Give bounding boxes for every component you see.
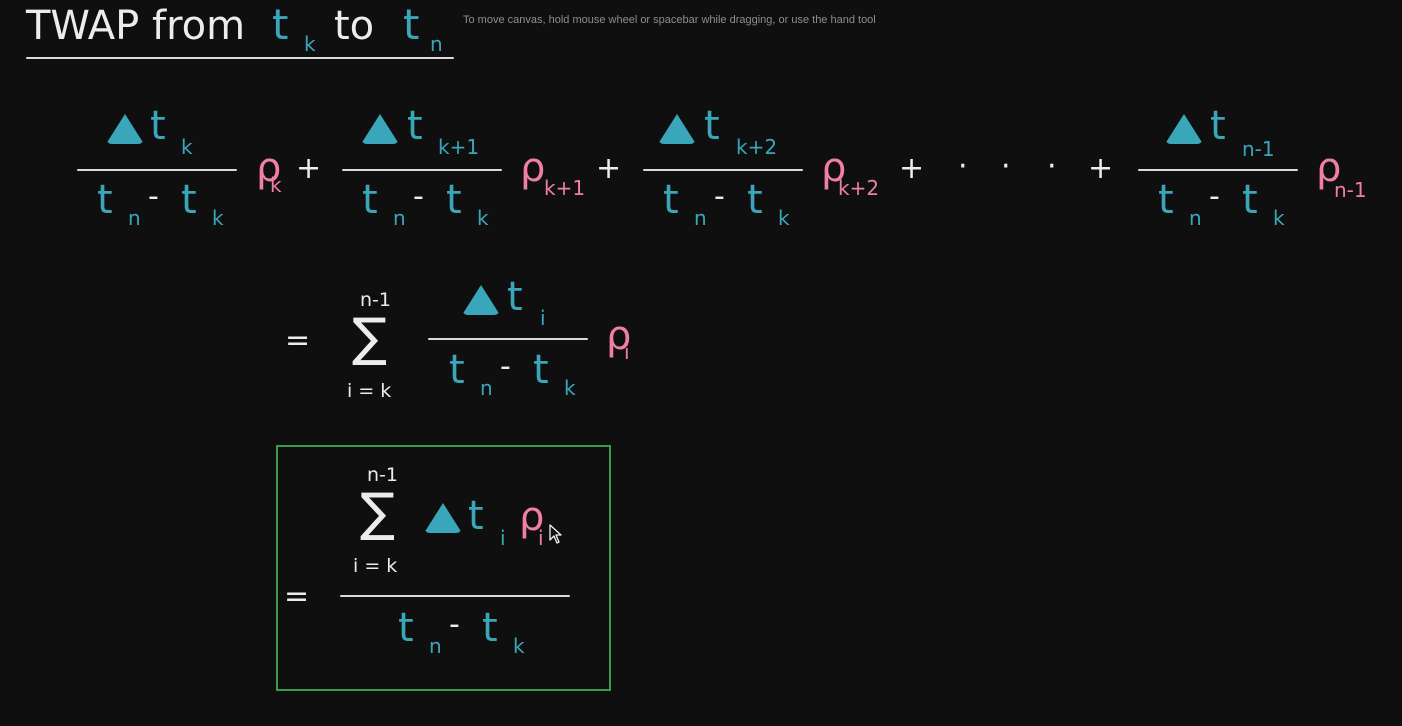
price-sub: k+1: [544, 176, 586, 200]
denominator-t1: t: [97, 177, 113, 223]
fraction-bar: [428, 338, 588, 340]
equals-sign: =: [285, 323, 311, 358]
fraction-bar: [643, 169, 803, 171]
mouse-cursor-icon: [549, 524, 562, 544]
fraction-bar: [340, 595, 570, 597]
numerator-t: t: [150, 103, 166, 149]
denominator-t1: t: [1158, 177, 1174, 223]
title-var-t: t: [272, 0, 289, 49]
numerator-sub: i: [540, 306, 546, 330]
denominator-sub2: k: [564, 376, 576, 400]
minus-sign: -: [1209, 179, 1220, 214]
sigma-icon: ∑: [352, 308, 388, 368]
denominator-sub2: k: [778, 206, 790, 230]
denominator-t1: t: [362, 177, 378, 223]
minus-sign: -: [449, 607, 460, 642]
price-sub: n-1: [1334, 178, 1367, 202]
denominator-t1: t: [398, 605, 414, 651]
minus-sign: -: [148, 179, 159, 214]
denominator-sub2: k: [513, 634, 525, 658]
delta-icon: [1165, 114, 1203, 144]
equals-sign: =: [284, 579, 310, 614]
sigma-icon: ∑: [360, 483, 396, 543]
delta-icon: [424, 503, 462, 533]
plus-sign: +: [596, 151, 622, 186]
numerator-t: t: [468, 493, 484, 539]
denominator-t2: t: [482, 605, 498, 651]
numerator-t: t: [407, 103, 423, 149]
denominator-t2: t: [446, 177, 462, 223]
denominator-sub2: k: [212, 206, 224, 230]
denominator-t2: t: [1242, 177, 1258, 223]
title-underline: [26, 57, 454, 59]
ellipsis-dot: ·: [1001, 149, 1011, 184]
numerator-sub: i: [500, 526, 506, 550]
lower-limit: i = k: [353, 555, 398, 577]
numerator-t: t: [507, 274, 523, 320]
numerator-sub: k+2: [736, 135, 778, 159]
title-text: TWAP from: [26, 3, 246, 49]
title-to: to: [334, 3, 375, 49]
result-box: [276, 445, 611, 691]
minus-sign: -: [500, 349, 511, 384]
denominator-sub1: n: [1189, 206, 1202, 230]
numerator-sub: k: [181, 135, 193, 159]
denominator-t2: t: [747, 177, 763, 223]
price-sub: k+2: [838, 176, 880, 200]
delta-icon: [361, 114, 399, 144]
denominator-sub2: k: [1273, 206, 1285, 230]
denominator-t1: t: [449, 347, 465, 393]
denominator-t1: t: [663, 177, 679, 223]
denominator-sub1: n: [694, 206, 707, 230]
ellipsis-dot: ·: [958, 149, 968, 184]
price-sub: i: [624, 340, 630, 364]
denominator-t2: t: [533, 347, 549, 393]
lower-limit: i = k: [347, 380, 392, 402]
numerator-t: t: [1210, 103, 1226, 149]
price-p: ρ: [520, 145, 546, 191]
delta-icon: [106, 114, 144, 144]
minus-sign: -: [714, 179, 725, 214]
title-sub-k: k: [304, 32, 316, 56]
title-sub-n: n: [430, 32, 443, 56]
plus-sign: +: [296, 151, 322, 186]
plus-sign: +: [1088, 151, 1114, 186]
canvas-hint: To move canvas, hold mouse wheel or spac…: [463, 14, 876, 26]
fraction-bar: [342, 169, 502, 171]
price-sub: i: [538, 526, 544, 550]
delta-icon: [658, 114, 696, 144]
denominator-t2: t: [181, 177, 197, 223]
plus-sign: +: [899, 151, 925, 186]
denominator-sub1: n: [128, 206, 141, 230]
ellipsis-dot: ·: [1047, 149, 1057, 184]
minus-sign: -: [413, 179, 424, 214]
fraction-bar: [77, 169, 237, 171]
denominator-sub1: n: [480, 376, 493, 400]
numerator-t: t: [704, 103, 720, 149]
title-var-t2: t: [403, 0, 420, 49]
numerator-sub: k+1: [438, 135, 480, 159]
fraction-bar: [1138, 169, 1298, 171]
denominator-sub2: k: [477, 206, 489, 230]
denominator-sub1: n: [429, 634, 442, 658]
price-sub: k: [270, 173, 282, 197]
denominator-sub1: n: [393, 206, 406, 230]
numerator-sub: n-1: [1242, 137, 1275, 161]
delta-icon: [462, 285, 500, 315]
